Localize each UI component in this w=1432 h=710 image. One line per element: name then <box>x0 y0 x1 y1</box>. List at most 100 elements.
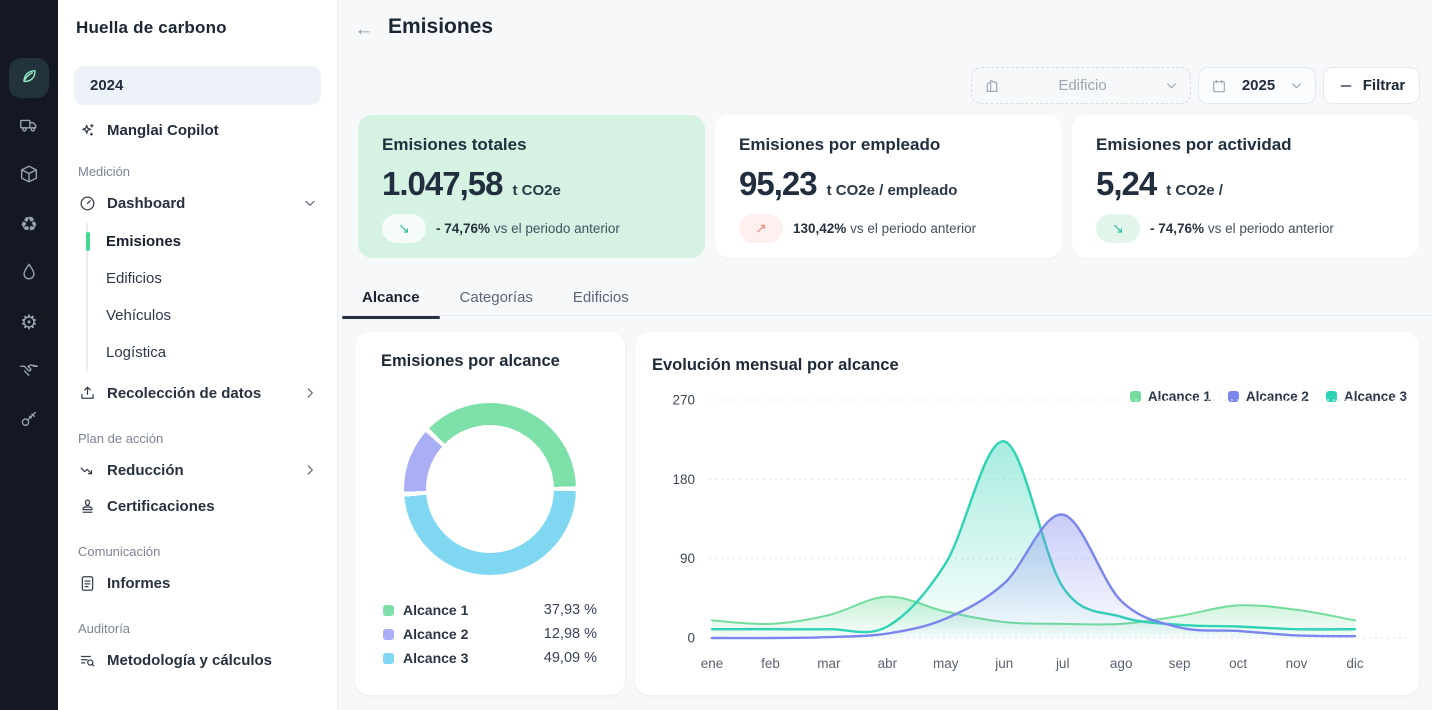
trend-up-arrow-icon: ↗ <box>739 214 783 243</box>
chevron-right-icon <box>303 463 317 477</box>
sidebar-item-vehiculos[interactable]: Vehículos <box>88 297 321 334</box>
svg-text:abr: abr <box>878 656 898 671</box>
rail-item-recycle[interactable]: ♻ <box>9 205 49 245</box>
donut-chart-title: Emisiones por alcance <box>381 352 560 370</box>
line-chart-card: Evolución mensual por alcance Alcance 1 … <box>635 332 1419 695</box>
section-plan: Plan de acción <box>78 431 164 446</box>
sidebar-item-label: Metodología y cálculos <box>107 651 273 669</box>
rail-item-access[interactable] <box>9 401 49 441</box>
stat-card-total: Emisiones totales 1.047,58 t CO2e ↘ - 74… <box>358 115 705 258</box>
truck-icon <box>18 114 40 140</box>
sidebar-item-label: Dashboard <box>107 194 186 212</box>
svg-text:sep: sep <box>1169 656 1191 671</box>
sidebar-item-emisiones[interactable]: Emisiones <box>86 223 321 260</box>
legend-item: Alcance 3 49,09 % <box>383 646 597 670</box>
svg-text:dic: dic <box>1346 656 1364 671</box>
section-comunicacion: Comunicación <box>78 544 161 559</box>
sidebar-item-label: Informes <box>107 574 171 592</box>
svg-text:may: may <box>933 656 959 671</box>
year-select[interactable]: 2025 <box>1198 67 1316 104</box>
svg-text:jul: jul <box>1055 656 1070 671</box>
svg-text:feb: feb <box>761 656 780 671</box>
tab-edificios[interactable]: Edificios <box>553 281 649 318</box>
stat-delta-suffix: vs el periodo anterior <box>493 221 620 236</box>
stat-card-empleado: Emisiones por empleado 95,23 t CO2e / em… <box>715 115 1062 258</box>
sidebar-item-edificios[interactable]: Edificios <box>88 260 321 297</box>
stat-unit: t CO2e / empleado <box>826 182 958 199</box>
stat-value: 5,24 <box>1096 165 1157 202</box>
stat-unit: t CO2e / <box>1166 182 1223 199</box>
sidebar-item-certificaciones[interactable]: Certificaciones <box>74 488 321 524</box>
svg-text:90: 90 <box>680 551 695 566</box>
donut-hole <box>426 425 554 553</box>
section-auditoria: Auditoría <box>78 621 131 636</box>
stamp-icon <box>78 497 97 516</box>
stat-delta-suffix: vs el periodo anterior <box>850 221 977 236</box>
upload-icon <box>78 384 97 403</box>
legend-swatch <box>383 652 394 664</box>
droplet-icon <box>18 261 40 287</box>
document-icon <box>78 574 97 593</box>
stat-title: Emisiones por empleado <box>739 135 941 154</box>
main-content: ← Emisiones Edificio 2025 Filtrar Emisio… <box>338 0 1432 710</box>
sidebar-item-recoleccion[interactable]: Recolección de datos <box>74 375 321 411</box>
tab-bar: Alcance Categorías Edificios <box>342 281 649 319</box>
chevron-down-icon[interactable] <box>303 196 317 210</box>
stats-row: Emisiones totales 1.047,58 t CO2e ↘ - 74… <box>358 115 1419 258</box>
stat-value: 1.047,58 <box>382 165 503 202</box>
year-selector[interactable]: 2024 <box>74 66 321 105</box>
sidebar-item-metodologia[interactable]: Metodología y cálculos <box>74 642 321 678</box>
section-medicion: Medición <box>78 164 131 179</box>
tab-alcance[interactable]: Alcance <box>342 281 440 319</box>
filter-bar: Edificio 2025 Filtrar <box>971 67 1420 104</box>
stat-delta-suffix: vs el periodo anterior <box>1207 221 1334 236</box>
rail-item-settings[interactable]: ⚙ <box>9 303 49 343</box>
recycle-icon: ♻ <box>20 214 38 236</box>
sidebar-item-dashboard[interactable]: Dashboard <box>74 185 321 221</box>
stat-delta: 130,42% <box>793 221 847 236</box>
calendar-icon <box>1211 78 1227 94</box>
line-chart-plot: 0 90 180 270 ene feb mar abr may jun jul ago sep oct n… <box>672 393 1411 671</box>
tab-categorias[interactable]: Categorías <box>440 281 553 318</box>
building-select[interactable]: Edificio <box>971 67 1191 104</box>
svg-text:ago: ago <box>1110 656 1133 671</box>
sidebar: Huella de carbono 2024 Manglai Copilot M… <box>58 0 338 710</box>
rail-item-truck[interactable] <box>9 107 49 147</box>
chevron-down-icon <box>1290 79 1303 92</box>
sidebar-item-reduccion[interactable]: Reducción <box>74 452 321 488</box>
rail-item-leaf[interactable] <box>9 58 49 98</box>
sidebar-item-logistica[interactable]: Logística <box>88 334 321 371</box>
donut-chart-card: Emisiones por alcance Alcance 1 37,93 % … <box>355 332 625 695</box>
app-title: Huella de carbono <box>76 18 227 37</box>
rail-item-package[interactable] <box>9 156 49 196</box>
package-icon <box>18 163 40 189</box>
donut-chart <box>404 403 576 575</box>
stat-title: Emisiones totales <box>382 135 527 154</box>
sidebar-item-copilot[interactable]: Manglai Copilot <box>74 109 321 144</box>
sidebar-item-label: Reducción <box>107 461 184 479</box>
stat-title: Emisiones por actividad <box>1096 135 1292 154</box>
rail-item-droplet[interactable] <box>9 254 49 294</box>
line-chart-title: Evolución mensual por alcance <box>652 356 899 374</box>
svg-text:jun: jun <box>994 656 1013 671</box>
donut-legend: Alcance 1 37,93 % Alcance 2 12,98 % Alca… <box>383 598 597 670</box>
stat-delta: - 74,76% <box>1150 221 1205 236</box>
dashboard-subtree: Emisiones Edificios Vehículos Logística <box>86 223 321 371</box>
sidebar-item-label: Certificaciones <box>107 497 215 515</box>
year-select-value: 2025 <box>1241 77 1276 94</box>
legend-item: Alcance 1 37,93 % <box>383 598 597 622</box>
filter-lines-icon <box>1338 78 1354 94</box>
icon-rail: ♻ ⚙ <box>0 0 58 710</box>
filter-button[interactable]: Filtrar <box>1323 67 1420 104</box>
svg-text:0: 0 <box>687 631 695 646</box>
legend-swatch <box>383 628 394 640</box>
tabs-divider <box>338 315 1432 316</box>
filter-button-label: Filtrar <box>1362 77 1406 94</box>
list-search-icon <box>78 651 97 670</box>
stat-card-actividad: Emisiones por actividad 5,24 t CO2e / ↘ … <box>1072 115 1419 258</box>
rail-item-partners[interactable] <box>9 352 49 392</box>
back-button[interactable]: ← <box>352 19 376 41</box>
stat-unit: t CO2e <box>512 182 561 199</box>
sidebar-item-informes[interactable]: Informes <box>74 565 321 601</box>
gear-icon: ⚙ <box>20 312 38 334</box>
